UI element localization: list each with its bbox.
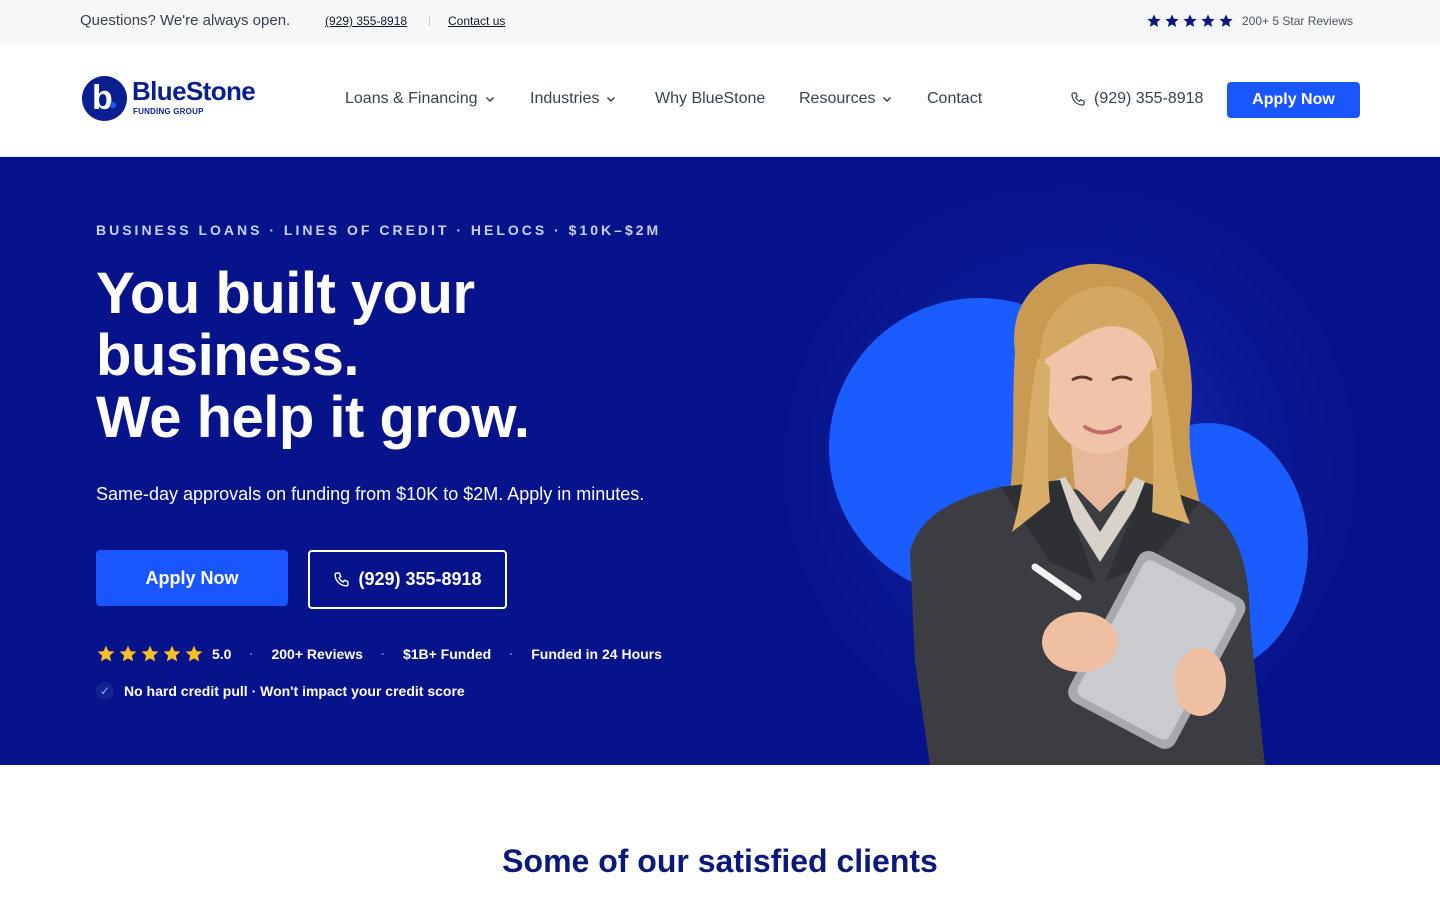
hero-section: BUSINESS LOANS · LINES OF CREDIT · HELOC…	[0, 157, 1440, 765]
header-apply-button[interactable]: Apply Now	[1227, 82, 1360, 118]
chevron-down-icon	[607, 96, 616, 103]
site-header: b BlueStone FUNDING GROUP Loans & Financ…	[0, 44, 1440, 157]
star-icon	[1165, 14, 1179, 27]
star-icon	[163, 645, 181, 662]
chevron-down-icon	[883, 96, 892, 103]
separator-dot: ·	[509, 647, 514, 661]
logo-name: BlueStone	[132, 76, 256, 106]
hero-kicker: BUSINESS LOANS · LINES OF CREDIT · HELOC…	[96, 222, 662, 238]
star-icon	[1147, 14, 1161, 27]
star-icon	[119, 645, 137, 662]
hero-title-line: business.	[96, 323, 360, 388]
topbar-reviews-count: 200+ 5 Star Reviews	[1242, 14, 1354, 28]
hero-social-proof: 5.0 · 200+ Reviews · $1B+ Funded · Funde…	[96, 644, 662, 664]
star-icon	[1183, 14, 1197, 27]
nav-label: Industries	[530, 90, 600, 107]
credit-note-text: No hard credit pull · Won't impact your …	[124, 683, 465, 699]
hero-lead: Same-day approvals on funding from $10K …	[96, 484, 645, 504]
hero-stat-speed: Funded in 24 Hours	[531, 646, 662, 662]
star-icon	[185, 645, 203, 662]
hero-rating-score: 5.0	[212, 646, 232, 662]
hero-stat-reviews: 200+ Reviews	[271, 646, 363, 662]
star-icon	[1201, 14, 1215, 27]
nav-why-bluestone[interactable]: Why BlueStone	[655, 90, 765, 108]
hero-rating-stars	[96, 644, 204, 664]
hero-credit-note: ✓ No hard credit pull · Won't impact you…	[96, 682, 465, 700]
nav-label: Why BlueStone	[655, 90, 766, 107]
separator-dot: ·	[380, 647, 385, 661]
topbar-phone-link[interactable]: (929) 355-8918	[325, 14, 407, 28]
businesswoman-image	[910, 263, 1265, 765]
bluestone-logo[interactable]: b BlueStone FUNDING GROUP	[82, 75, 262, 121]
nav-resources[interactable]: Resources	[799, 90, 893, 108]
hero-title: You built your business. We help it grow…	[96, 261, 530, 450]
hero-stat-funded: $1B+ Funded	[402, 646, 492, 662]
hero-apply-button[interactable]: Apply Now	[96, 550, 288, 606]
hero-title-line: You built your	[96, 261, 475, 326]
phone-icon	[334, 572, 350, 587]
header-phone-number: (929) 355-8918	[1094, 90, 1204, 107]
phone-icon	[1071, 92, 1085, 106]
check-icon: ✓	[96, 682, 114, 700]
topbar-rating-stars	[1146, 13, 1234, 29]
chevron-down-icon	[485, 96, 494, 103]
hero-title-line: We help it grow.	[96, 385, 530, 450]
star-icon	[97, 645, 115, 662]
topbar-contact-link[interactable]: Contact us	[448, 14, 505, 28]
hero-call-button[interactable]: (929) 355-8918	[308, 550, 507, 609]
nav-label: Resources	[799, 90, 876, 107]
nav-loans-financing[interactable]: Loans & Financing	[345, 90, 496, 108]
nav-label: Contact	[927, 90, 983, 107]
star-icon	[1219, 14, 1233, 27]
nav-label: Loans & Financing	[345, 90, 478, 107]
topbar-separator: |	[428, 13, 432, 27]
nav-contact[interactable]: Contact	[927, 90, 982, 108]
topbar-question: Questions? We're always open.	[80, 12, 291, 29]
nav-industries[interactable]: Industries	[530, 90, 617, 108]
star-icon	[141, 645, 159, 662]
logo-mark-icon: b	[82, 76, 127, 121]
hero-call-number: (929) 355-8918	[358, 569, 482, 589]
separator-dot: ·	[249, 647, 254, 661]
top-utility-bar: Questions? We're always open. (929) 355-…	[0, 0, 1440, 44]
clients-section-title: Some of our satisfied clients	[502, 843, 938, 879]
logo-subtitle: FUNDING GROUP	[133, 107, 204, 116]
header-phone-link[interactable]: (929) 355-8918	[1070, 90, 1203, 108]
logo-letter: b	[92, 79, 113, 117]
